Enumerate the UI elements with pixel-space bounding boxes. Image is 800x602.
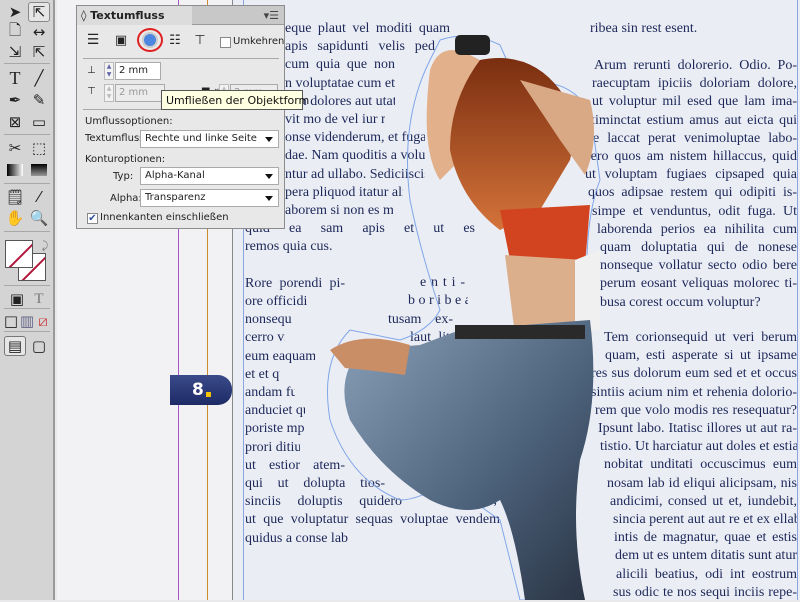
contour-options-heading: Konturoptionen: xyxy=(85,154,166,165)
alpha-label: Alpha: xyxy=(110,193,142,204)
contour-type-select[interactable]: Alpha-Kanal xyxy=(140,167,279,185)
wrap-to-select[interactable]: Rechte und linke Seite xyxy=(140,130,279,148)
no-wrap-button[interactable]: ☰ xyxy=(83,31,103,49)
contour-type-label: Typ: xyxy=(113,171,134,182)
panel-title: Textumfluss xyxy=(90,9,165,22)
bottom-offset-icon: ⊤ xyxy=(87,86,96,97)
bottom-offset-stepper: ▲ ▼ xyxy=(104,84,114,102)
dancer-belt xyxy=(455,325,585,339)
invert-label: Umkehren xyxy=(233,36,285,47)
dancer-hair xyxy=(450,58,574,230)
jump-next-column-button[interactable]: ⊤ xyxy=(190,31,210,49)
wrap-bounding-box-button[interactable]: ▣ xyxy=(111,31,131,49)
alpha-select[interactable]: Transparenz xyxy=(140,189,279,207)
bottom-offset-field: 2 mm xyxy=(115,84,165,102)
wrap-options-heading: Umflussoptionen: xyxy=(85,116,173,127)
dancer-wristband xyxy=(455,35,490,55)
wrap-object-shape-button[interactable] xyxy=(137,28,163,52)
text-wrap-panel: ◊ Textumfluss ▾☰ ☰ ▣ ☷ ⊤ Umkehren ⊥ ▲ ▼ 2… xyxy=(76,5,285,229)
panel-menu-icon[interactable]: ▾☰ xyxy=(264,9,279,22)
top-offset-field[interactable]: 2 mm xyxy=(115,62,161,80)
panel-tab-text-wrap[interactable]: ◊ Textumfluss xyxy=(77,6,192,25)
include-inside-edges-label: Innenkanten einschließen xyxy=(100,212,229,223)
tooltip: Umfließen der Objektform xyxy=(161,90,309,110)
include-inside-edges-checkbox[interactable]: ✔ xyxy=(87,213,98,224)
jump-object-button[interactable]: ☷ xyxy=(165,31,185,49)
top-offset-stepper[interactable]: ▲ ▼ xyxy=(104,62,114,80)
top-offset-icon: ⊥ xyxy=(87,65,96,76)
invert-checkbox[interactable] xyxy=(220,37,231,48)
wrap-to-label: Textumfluss: xyxy=(85,133,148,144)
dancer-hand-foot xyxy=(330,338,410,375)
dancer-shirt xyxy=(575,250,600,330)
